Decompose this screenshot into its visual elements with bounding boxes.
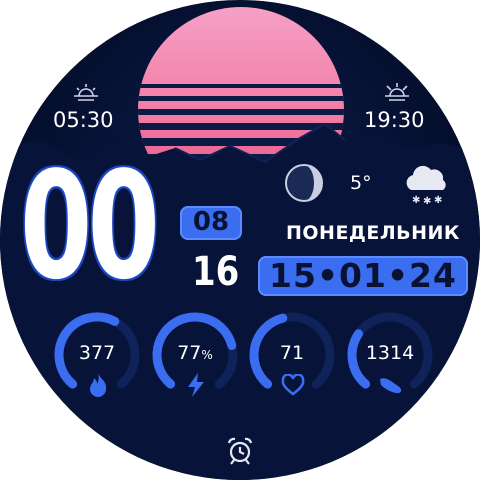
footsteps-icon — [380, 378, 402, 394]
battery-value: 77% — [177, 342, 213, 364]
watch-face: 05:30 19:30 00 08 16 5° ✱ ✱ ✱ ПОНЕДЕЛЬНИК … — [0, 0, 480, 480]
flame-icon — [90, 373, 107, 397]
lightning-icon — [188, 373, 204, 397]
alarm-clock-icon[interactable] — [226, 436, 254, 466]
heart-rate-value: 71 — [279, 342, 305, 364]
calories-value: 377 — [78, 342, 116, 364]
steps-value: 1314 — [365, 342, 415, 364]
heart-icon — [281, 374, 305, 396]
stat-rings — [54, 312, 433, 389]
